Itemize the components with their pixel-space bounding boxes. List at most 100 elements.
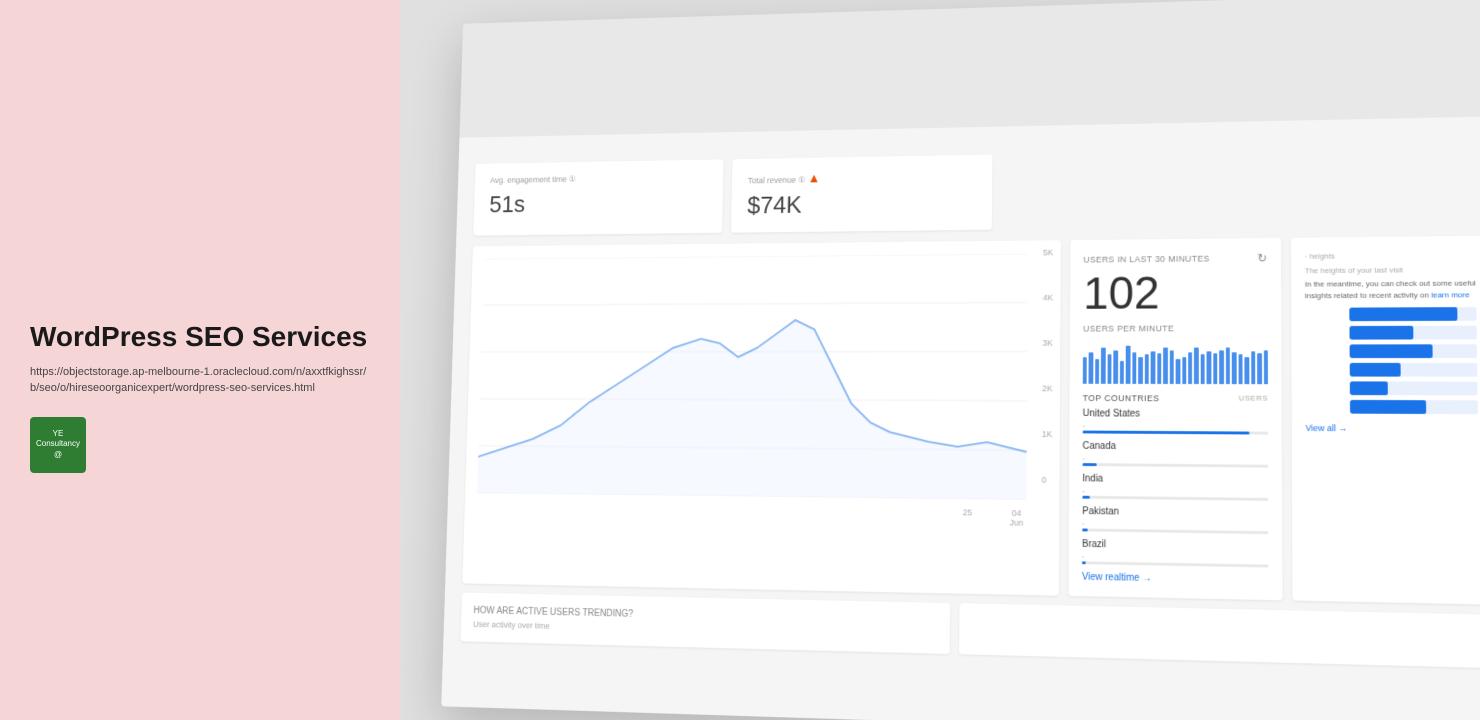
y-label-1k: 1K: [1042, 429, 1052, 439]
country-row: Brazil -: [1082, 539, 1269, 567]
site-url[interactable]: https://objectstorage.ap-melbourne-1.ora…: [30, 364, 370, 397]
horiz-bar-fill: [1350, 400, 1426, 414]
horiz-bar-track: [1350, 363, 1478, 377]
metric2-label: Total revenue ① ▲: [748, 168, 976, 186]
horiz-bar-fill: [1350, 363, 1401, 377]
realtime-number: 102: [1083, 269, 1268, 320]
country-bar-fill: [1082, 528, 1088, 531]
y-label-2k: 2K: [1042, 384, 1052, 394]
top-countries-users: USERS: [1239, 394, 1268, 404]
bottom-card-2: [959, 603, 1480, 668]
top-countries-label: TOP COUNTRIES: [1083, 393, 1160, 403]
country-bar-bg: [1082, 463, 1268, 468]
favicon-text: YE Consultancy @: [30, 429, 86, 460]
spark-bar: [1264, 350, 1268, 384]
horiz-bar-row: [1305, 326, 1477, 340]
spark-bar: [1083, 357, 1087, 384]
left-panel: WordPress SEO Services https://objectsto…: [0, 0, 400, 720]
spark-bar: [1219, 350, 1223, 384]
bottom-section: HOW ARE ACTIVE USERS TRENDING? User acti…: [461, 592, 1480, 668]
site-title: WordPress SEO Services: [30, 320, 370, 354]
country-name: Canada: [1083, 441, 1269, 453]
x-label-25: 25: [963, 508, 973, 527]
perspective-container: Avg. engagement time ① 51s Total revenue…: [441, 0, 1480, 720]
spark-bar: [1126, 346, 1130, 384]
favicon-box: YE Consultancy @: [30, 417, 86, 473]
spark-bar: [1201, 354, 1205, 383]
right-panel-link[interactable]: learn more: [1431, 290, 1470, 299]
metric1-value: 51s: [489, 188, 707, 219]
spark-bar: [1251, 351, 1255, 384]
spark-bar: [1132, 352, 1136, 383]
spark-bar: [1232, 352, 1236, 384]
spark-bar: [1107, 354, 1111, 383]
line-chart-card: 5K 4K 3K 2K 1K 0: [462, 240, 1061, 595]
dashboard-wrapper: Avg. engagement time ① 51s Total revenue…: [400, 0, 1480, 720]
spark-bar: [1176, 359, 1180, 384]
horiz-bar-track: [1350, 381, 1478, 395]
country-bar-fill: [1082, 496, 1089, 499]
engagement-card: Avg. engagement time ① 51s: [473, 159, 723, 235]
spark-bar: [1169, 350, 1173, 384]
metric2-value: $74K: [747, 188, 975, 220]
users-per-minute: USERS PER MINUTE: [1083, 323, 1268, 333]
spark-bar: [1257, 353, 1261, 384]
horiz-bar-fill: [1349, 326, 1412, 340]
horiz-bar-row: [1305, 307, 1477, 321]
refresh-icon[interactable]: ↻: [1257, 251, 1267, 264]
horiz-bar-row: [1305, 381, 1477, 395]
spark-bar: [1182, 357, 1186, 384]
spark-bar: [1163, 348, 1167, 384]
country-name: Brazil: [1082, 539, 1268, 553]
horiz-bar-row: [1305, 344, 1477, 358]
spark-bar: [1095, 359, 1099, 384]
spark-bar: [1213, 353, 1217, 384]
spark-bar: [1157, 353, 1161, 384]
spark-bar: [1245, 357, 1249, 384]
view-realtime-link[interactable]: View realtime →: [1082, 572, 1269, 586]
country-name: United States: [1083, 408, 1268, 419]
spark-bar: [1207, 351, 1211, 384]
realtime-label: USERS IN LAST 30 MINUTES: [1083, 254, 1209, 265]
revenue-card: Total revenue ① ▲ $74K: [731, 154, 993, 232]
y-label-5k: 5K: [1043, 248, 1053, 257]
horiz-bar-track: [1349, 307, 1476, 321]
spark-bar: [1151, 351, 1155, 383]
realtime-card: USERS IN LAST 30 MINUTES ↻ 102 USERS PER…: [1068, 238, 1282, 600]
x-label-jun: 04Jun: [1010, 508, 1024, 527]
horiz-bar-track: [1349, 326, 1476, 340]
country-row: Canada -: [1082, 441, 1268, 468]
horiz-bar-track: [1350, 400, 1478, 414]
country-name: Pakistan: [1082, 506, 1268, 519]
spark-bar: [1188, 352, 1192, 384]
right-panel-desc-line1: The heights of your last visit: [1305, 265, 1476, 275]
spark-bar: [1226, 348, 1230, 384]
country-bar-fill: [1082, 463, 1097, 466]
far-right-panel: · heights The heights of your last visit…: [1291, 236, 1480, 605]
view-all-link[interactable]: View all →: [1306, 423, 1479, 434]
line-chart-svg: [477, 253, 1048, 500]
inner-dashboard: Avg. engagement time ① 51s Total revenue…: [441, 0, 1480, 720]
sparkline-bars: [1083, 341, 1268, 384]
country-bar-fill: [1082, 561, 1086, 564]
metric1-label: Avg. engagement time ①: [490, 172, 707, 185]
horiz-bar-row: [1305, 363, 1477, 377]
y-label-3k: 3K: [1042, 338, 1052, 347]
country-row: United States -: [1083, 408, 1269, 434]
countries-list: United States - Canada - India - Pakista…: [1082, 408, 1269, 567]
country-row: India -: [1082, 473, 1268, 500]
country-name: India: [1082, 473, 1268, 486]
warning-icon: ▲: [808, 170, 821, 185]
spark-bar: [1089, 352, 1093, 383]
top-countries-header: TOP COUNTRIES USERS: [1083, 393, 1268, 403]
spark-bar: [1101, 348, 1105, 384]
right-panel-title: · heights: [1305, 249, 1476, 260]
bottom-card-1: HOW ARE ACTIVE USERS TRENDING? User acti…: [461, 592, 951, 653]
horiz-bar-track: [1350, 344, 1478, 358]
spark-bar: [1120, 361, 1124, 383]
right-panel-desc: In the meantime, you can check out some …: [1305, 278, 1477, 302]
country-bar-fill: [1083, 430, 1250, 434]
realtime-header: USERS IN LAST 30 MINUTES ↻: [1083, 251, 1267, 266]
y-label-0: 0: [1041, 475, 1051, 485]
horiz-bar-row: [1305, 400, 1477, 414]
